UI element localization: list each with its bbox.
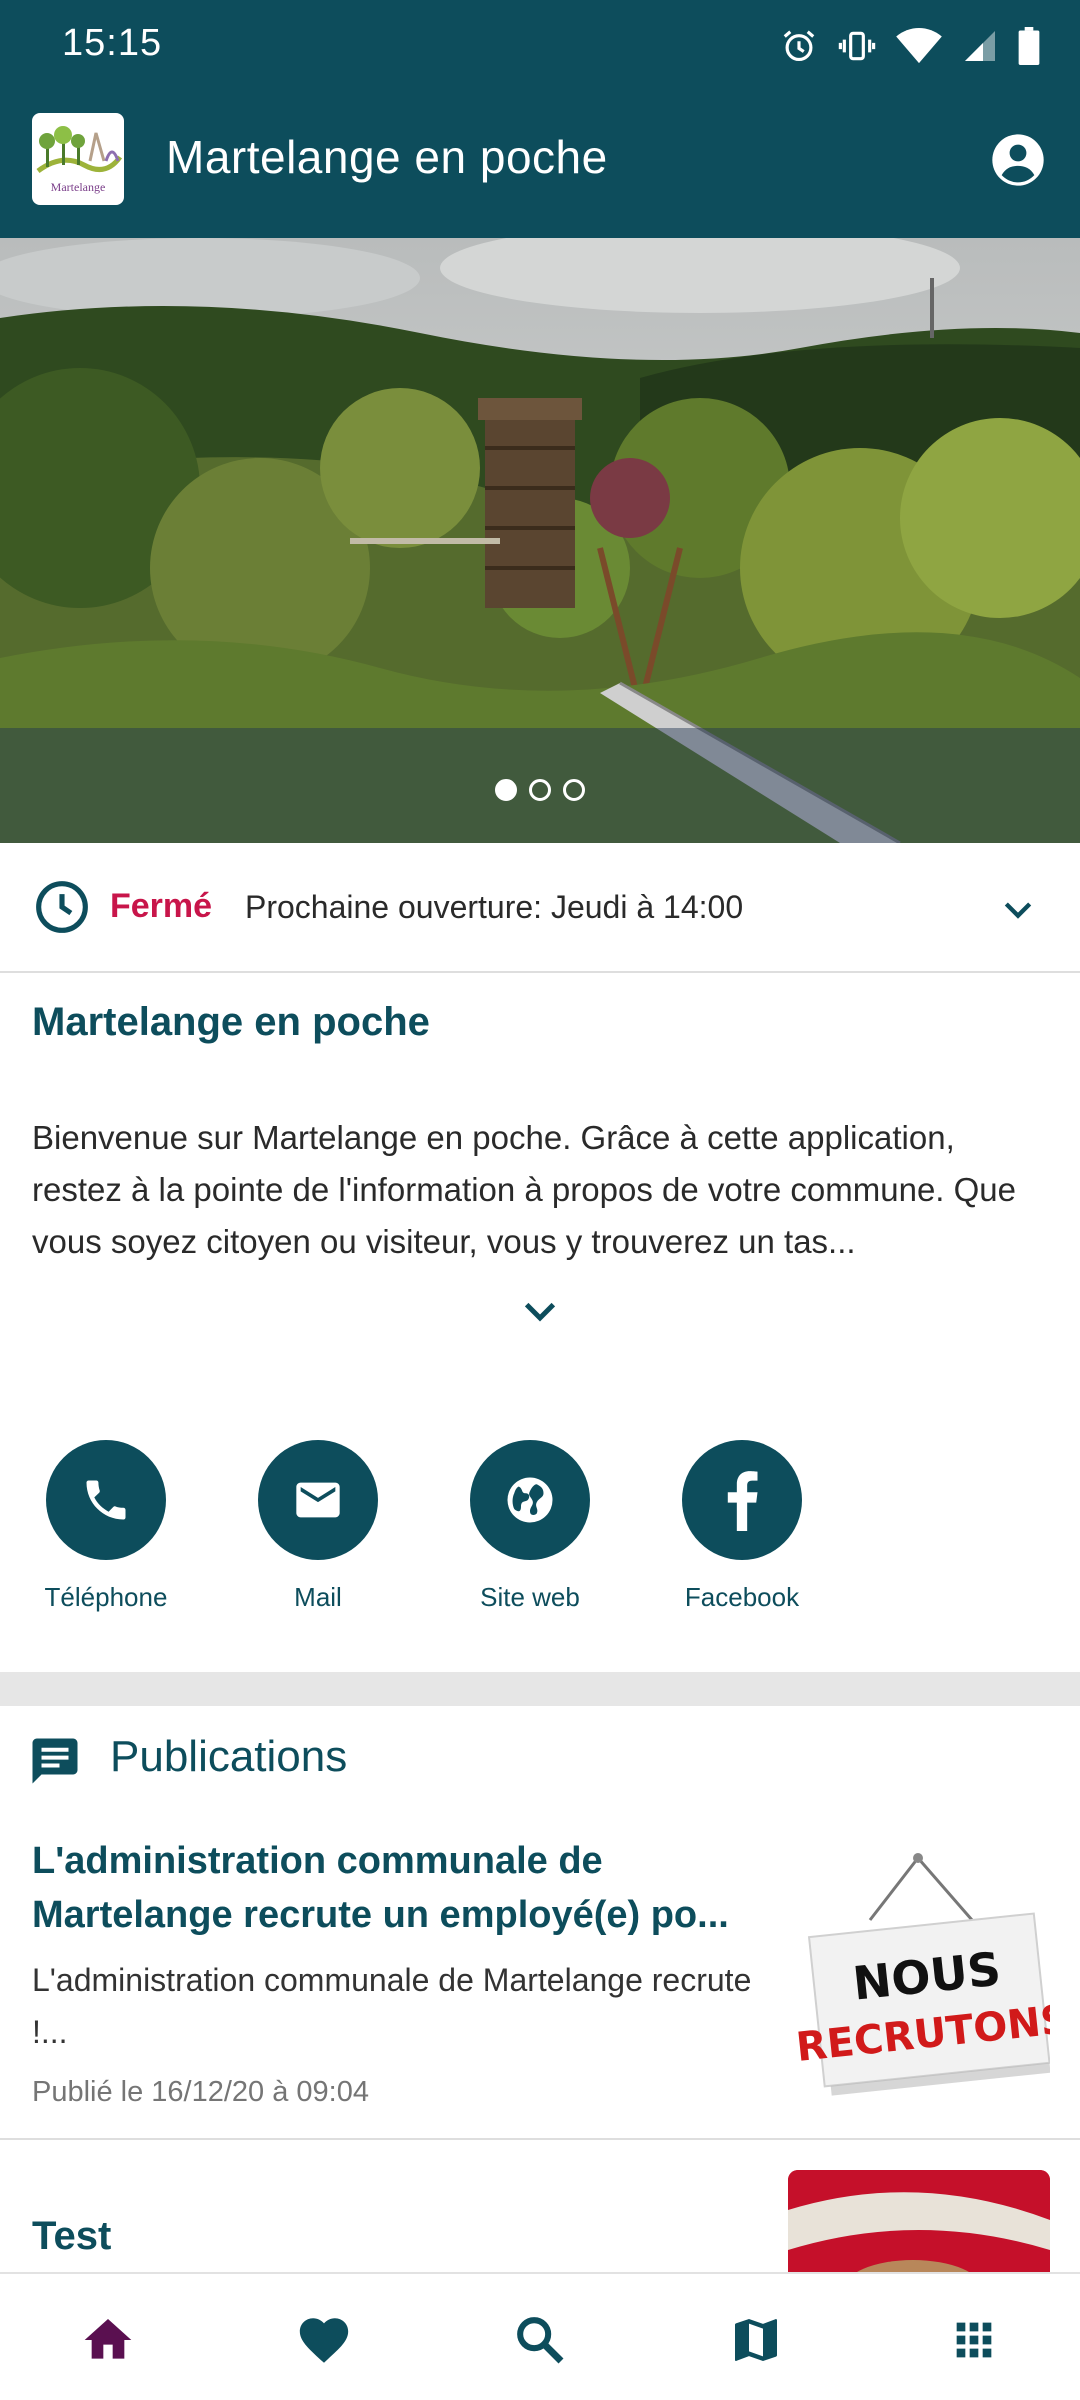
- globe-icon: [507, 1477, 553, 1523]
- bottom-navigation: [0, 2272, 1080, 2400]
- nav-home[interactable]: [78, 2310, 138, 2370]
- chevron-down-icon[interactable]: [998, 889, 1038, 929]
- status-time: 15:15: [62, 22, 163, 64]
- mail-icon: [296, 1482, 340, 1518]
- website-button-circle[interactable]: [470, 1440, 590, 1560]
- vibrate-icon: [838, 31, 876, 61]
- hero-image: [0, 238, 1080, 843]
- publication-card[interactable]: L'administration communale de Martelange…: [0, 1806, 1080, 2140]
- map-icon: [735, 2319, 777, 2361]
- publication-thumbnail: [788, 2170, 1050, 2272]
- carousel-dots: [0, 779, 1080, 801]
- status-bar: 15:15: [0, 0, 1080, 88]
- logo-text: Martelange: [51, 180, 106, 194]
- contact-phone-button[interactable]: Téléphone: [6, 1440, 206, 1613]
- carousel-dot-3[interactable]: [563, 779, 585, 801]
- expand-chevron-icon[interactable]: [520, 1298, 560, 1328]
- nav-map[interactable]: [726, 2310, 786, 2370]
- clock-icon: [36, 881, 88, 933]
- opening-state: Fermé: [110, 887, 213, 925]
- contact-label: Mail: [294, 1582, 342, 1612]
- phone-button-circle[interactable]: [46, 1440, 166, 1560]
- contact-label: Téléphone: [44, 1582, 168, 1612]
- contact-mail-button[interactable]: Mail: [218, 1440, 418, 1613]
- message-icon: [32, 1738, 78, 1784]
- next-opening: Prochaine ouverture: Jeudi à 14:00: [245, 889, 744, 925]
- search-icon: [517, 2317, 564, 2364]
- app-logo: Martelange: [32, 113, 124, 205]
- alarm-icon: [783, 30, 815, 62]
- heart-icon: [299, 2318, 349, 2363]
- status-icons: [780, 26, 1040, 66]
- section-divider: [0, 1672, 1080, 1706]
- publications-title: Publications: [110, 1732, 348, 1781]
- phone-icon: [86, 1480, 126, 1520]
- publication-title: L'administration communale de Martelange…: [32, 1840, 729, 1936]
- signal-icon: [965, 31, 995, 61]
- battery-icon: [1018, 27, 1040, 65]
- app-title: Martelange en poche: [166, 131, 608, 183]
- publication-description: L'administration communale de Martelange…: [32, 1962, 752, 2050]
- nav-favorites[interactable]: [294, 2310, 354, 2370]
- nav-search[interactable]: [510, 2310, 570, 2370]
- publications-header: Publications: [0, 1706, 1080, 1806]
- publication-card[interactable]: Test: [0, 2142, 1080, 2272]
- facebook-button-circle[interactable]: [682, 1440, 802, 1560]
- carousel-dot-2[interactable]: [529, 779, 551, 801]
- publication-title: Test: [32, 2214, 112, 2258]
- publication-date: Publié le 16/12/20 à 09:04: [32, 2076, 369, 2108]
- facebook-icon: [727, 1471, 758, 1531]
- grid-icon: [956, 2322, 992, 2358]
- contact-label: Facebook: [684, 1582, 800, 1612]
- mail-button-circle[interactable]: [258, 1440, 378, 1560]
- intro-title: Martelange en poche: [32, 1000, 430, 1044]
- contact-website-button[interactable]: Site web: [430, 1440, 630, 1613]
- hero-carousel[interactable]: [0, 238, 1080, 843]
- account-circle-icon[interactable]: [990, 132, 1046, 188]
- contact-label: Site web: [480, 1582, 580, 1612]
- app-bar: Martelange Martelange en poche: [0, 88, 1080, 238]
- intro-text: Bienvenue sur Martelange en poche. Grâce…: [32, 1119, 1017, 1260]
- contact-buttons: Téléphone Mail Site web Facebook: [0, 1440, 1080, 1640]
- carousel-dot-1[interactable]: [495, 779, 517, 801]
- opening-hours-row[interactable]: Fermé Prochaine ouverture: Jeudi à 14:00: [0, 843, 1080, 973]
- nav-apps[interactable]: [944, 2310, 1004, 2370]
- wifi-icon: [896, 27, 942, 64]
- contact-facebook-button[interactable]: Facebook: [642, 1440, 842, 1613]
- home-icon: [84, 2319, 132, 2359]
- publication-thumbnail: NOUS RECRUTONS: [788, 1848, 1072, 2110]
